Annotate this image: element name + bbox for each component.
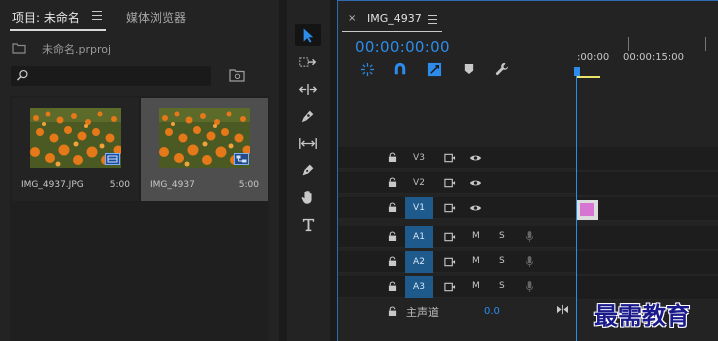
- lock-icon[interactable]: [388, 306, 397, 317]
- clip-duration: 5:00: [109, 180, 130, 190]
- watermark-logo: 最需教育: [594, 301, 690, 330]
- lock-icon[interactable]: [388, 231, 397, 242]
- ripple-edit-tool-icon[interactable]: [295, 78, 321, 100]
- time-ruler[interactable]: :00:00 00:00:15:00: [576, 34, 718, 78]
- clip-name: IMG_4937.JPG: [21, 180, 84, 190]
- track-name[interactable]: A1: [405, 226, 433, 248]
- microphone-icon[interactable]: [525, 230, 534, 243]
- hamburger-menu-icon[interactable]: [92, 11, 102, 20]
- active-tab-underline: [342, 31, 442, 32]
- toggle-sync-icon[interactable]: [444, 232, 456, 242]
- new-bin-icon[interactable]: [229, 68, 245, 82]
- timeline-panel: × IMG_4937 00:00:00:00 :00:00 00:00:15:0…: [337, 0, 718, 341]
- track-content-v2[interactable]: [577, 172, 718, 196]
- linked-selection-icon[interactable]: [425, 61, 443, 77]
- track-name[interactable]: V3: [405, 147, 433, 169]
- master-volume-value[interactable]: 0.0: [484, 306, 500, 317]
- track-header-v2[interactable]: V2: [338, 172, 576, 194]
- project-panel: 项目: 未命名 媒体浏览器 未命名.prproj IMG_4937.JPG 5:…: [0, 0, 279, 341]
- add-marker-icon[interactable]: [460, 61, 478, 77]
- track-content-a1[interactable]: [577, 226, 718, 250]
- nest-sequence-icon[interactable]: [358, 61, 376, 77]
- solo-button[interactable]: S: [499, 256, 505, 266]
- pen-tool-icon[interactable]: [295, 159, 321, 181]
- track-name[interactable]: A2: [405, 251, 433, 273]
- mute-button[interactable]: M: [472, 256, 480, 266]
- lock-icon[interactable]: [388, 256, 397, 267]
- track-header-a3[interactable]: A3 M S: [338, 276, 576, 298]
- ruler-mark-label: 00:00:15:00: [623, 52, 685, 63]
- track-header-a1[interactable]: A1 M S: [338, 226, 576, 248]
- search-input[interactable]: [11, 66, 211, 86]
- slip-tool-icon[interactable]: [295, 132, 321, 154]
- ruler-tick: [628, 37, 629, 51]
- eye-icon[interactable]: [469, 203, 482, 213]
- track-content-v1[interactable]: [577, 197, 718, 221]
- toggle-sync-icon[interactable]: [444, 153, 456, 163]
- clip-item-sequence[interactable]: IMG_4937 5:00: [141, 98, 268, 201]
- track-header-v1[interactable]: V1: [338, 197, 576, 219]
- track-name[interactable]: A3: [405, 276, 433, 298]
- hamburger-menu-icon[interactable]: [428, 15, 437, 27]
- tools-panel: [287, 0, 330, 341]
- tab-project[interactable]: 项目: 未命名: [12, 9, 80, 26]
- eye-icon[interactable]: [469, 178, 482, 188]
- master-track-label: 主声道: [406, 306, 439, 319]
- ruler-start-label: :00:00: [577, 52, 610, 63]
- mute-button[interactable]: M: [472, 281, 480, 291]
- razor-tool-icon[interactable]: [295, 105, 321, 127]
- playhead-handle[interactable]: [574, 67, 580, 76]
- mute-button[interactable]: M: [472, 231, 480, 241]
- toggle-sync-icon[interactable]: [444, 203, 456, 213]
- eye-icon[interactable]: [469, 153, 482, 163]
- toggle-sync-icon[interactable]: [444, 178, 456, 188]
- toggle-sync-icon[interactable]: [444, 282, 456, 292]
- microphone-icon[interactable]: [525, 255, 534, 268]
- sequence-tab[interactable]: IMG_4937: [367, 12, 422, 25]
- track-header-v3[interactable]: V3: [338, 147, 576, 169]
- timeline-clip[interactable]: [577, 200, 598, 220]
- work-area-bar[interactable]: [576, 76, 600, 78]
- clip-name: IMG_4937: [150, 180, 195, 190]
- toggle-sync-icon[interactable]: [444, 257, 456, 267]
- selection-tool-icon[interactable]: [295, 24, 321, 46]
- lock-icon[interactable]: [388, 177, 397, 188]
- wrench-icon[interactable]: [493, 61, 511, 77]
- type-tool-icon[interactable]: [295, 213, 321, 235]
- track-name[interactable]: V1: [405, 197, 433, 219]
- track-content-a2[interactable]: [577, 251, 718, 275]
- active-tab-underline: [10, 29, 106, 31]
- snap-magnet-icon[interactable]: [391, 61, 409, 77]
- close-icon[interactable]: ×: [348, 13, 356, 24]
- lock-icon[interactable]: [388, 281, 397, 292]
- project-file-name: 未命名.prproj: [42, 43, 112, 56]
- track-name[interactable]: V2: [405, 172, 433, 194]
- clip-item-still[interactable]: IMG_4937.JPG 5:00: [12, 98, 139, 201]
- clip-duration: 5:00: [238, 180, 259, 190]
- track-content-v3[interactable]: [577, 147, 718, 171]
- sequence-icon: [234, 153, 249, 165]
- project-tabs: 项目: 未命名 媒体浏览器: [0, 0, 279, 32]
- track-select-tool-icon[interactable]: [295, 51, 321, 73]
- solo-button[interactable]: S: [499, 231, 505, 241]
- microphone-icon[interactable]: [525, 280, 534, 293]
- solo-button[interactable]: S: [499, 281, 505, 291]
- lock-icon[interactable]: [388, 152, 397, 163]
- playhead-timecode[interactable]: 00:00:00:00: [355, 38, 450, 56]
- still-image-icon: [105, 153, 120, 165]
- folder-icon: [12, 43, 26, 54]
- ruler-tick: [705, 37, 706, 51]
- hand-tool-icon[interactable]: [295, 186, 321, 208]
- lock-icon[interactable]: [388, 202, 397, 213]
- search-icon: [16, 69, 28, 81]
- track-header-a2[interactable]: A2 M S: [338, 251, 576, 273]
- go-to-end-icon[interactable]: [556, 304, 569, 315]
- tab-media-browser[interactable]: 媒体浏览器: [126, 9, 186, 26]
